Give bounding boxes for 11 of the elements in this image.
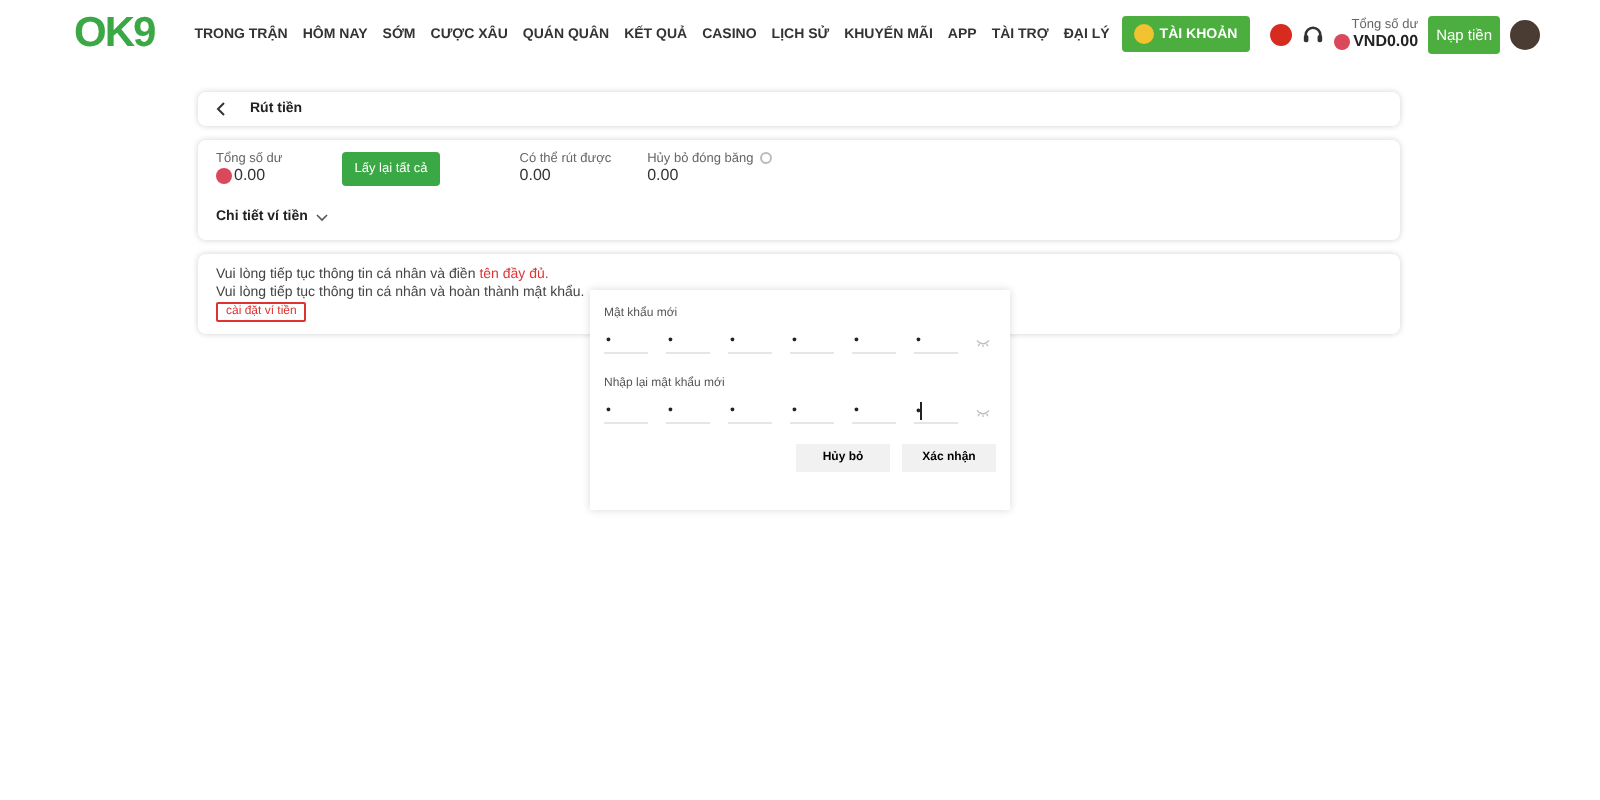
balance-value: VND0.00 [1353,32,1419,50]
chevron-icon[interactable] [315,213,328,221]
stat-value: 0.00 [647,166,681,184]
currency-icon [216,167,232,183]
coin-icon [1133,24,1154,44]
headset-icon[interactable] [1301,23,1324,45]
currency-icon [1333,33,1350,49]
stat-value: 0.00 [519,166,553,184]
total-value: 0.00 [234,166,266,184]
back-icon[interactable] [216,102,226,116]
avatar[interactable] [1510,19,1540,49]
